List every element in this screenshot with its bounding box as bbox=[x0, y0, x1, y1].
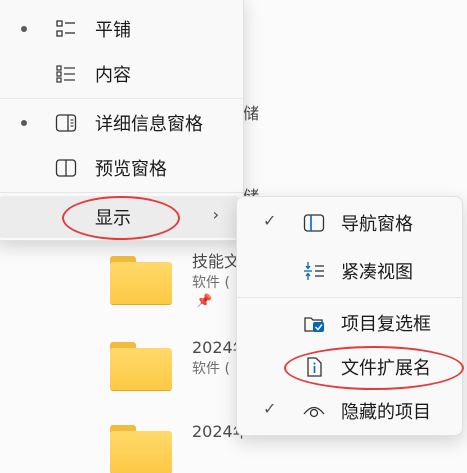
menu-separator bbox=[0, 192, 243, 193]
chevron-right-icon: › bbox=[212, 205, 219, 224]
content-icon bbox=[56, 65, 75, 83]
selected-dot-icon bbox=[21, 120, 27, 126]
file-name[interactable]: 技能文 bbox=[192, 248, 240, 272]
submenu-item-compact-view[interactable]: 紧凑视图 bbox=[241, 251, 458, 291]
annotation-circle bbox=[62, 196, 180, 240]
menu-item-label: 预览窗格 bbox=[95, 159, 167, 180]
submenu-item-item-checkboxes[interactable]: 项目复选框 bbox=[241, 303, 458, 343]
menu-item-label: 平铺 bbox=[95, 20, 131, 41]
folder-icon[interactable] bbox=[110, 256, 172, 304]
selected-dot-icon bbox=[21, 26, 27, 32]
item-checkbox-icon bbox=[304, 317, 324, 332]
menu-item-label: 导航窗格 bbox=[341, 214, 413, 235]
file-type: 软件 ( bbox=[192, 361, 230, 377]
menu-separator bbox=[237, 297, 462, 298]
show-submenu: ✓ 导航窗格 紧凑视图 项目复选框 文件扩展名 ✓ 隐藏的项目 bbox=[236, 196, 463, 436]
folder-icon[interactable] bbox=[110, 425, 172, 473]
tiles-icon bbox=[56, 20, 75, 37]
menu-item-content[interactable]: 内容 bbox=[0, 54, 239, 94]
menu-item-tiles[interactable]: 平铺 bbox=[0, 9, 239, 49]
menu-item-label: 隐藏的项目 bbox=[341, 402, 431, 423]
pin-icon: 📌 bbox=[196, 294, 213, 309]
checkmark-icon: ✓ bbox=[263, 399, 277, 418]
folder-icon[interactable] bbox=[110, 342, 172, 390]
background-text: 储 bbox=[243, 104, 260, 123]
checkmark-icon: ✓ bbox=[263, 211, 277, 230]
compact-view-icon bbox=[304, 262, 324, 280]
menu-separator bbox=[0, 98, 243, 99]
hidden-items-icon bbox=[303, 406, 325, 418]
menu-item-label: 项目复选框 bbox=[341, 314, 431, 335]
menu-item-label: 内容 bbox=[95, 65, 131, 86]
submenu-item-navigation-pane[interactable]: ✓ 导航窗格 bbox=[241, 203, 458, 243]
annotation-circle bbox=[284, 346, 464, 390]
navigation-pane-icon bbox=[303, 214, 325, 232]
submenu-item-hidden-items[interactable]: ✓ 隐藏的项目 bbox=[241, 391, 458, 431]
menu-item-label: 紧凑视图 bbox=[341, 262, 413, 283]
file-type: 软件 ( bbox=[192, 275, 230, 291]
menu-item-details-pane[interactable]: 详细信息窗格 bbox=[0, 103, 239, 143]
menu-item-preview-pane[interactable]: 预览窗格 bbox=[0, 148, 239, 188]
preview-pane-icon bbox=[55, 159, 77, 177]
details-pane-icon bbox=[55, 114, 77, 132]
menu-item-label: 详细信息窗格 bbox=[95, 114, 203, 135]
